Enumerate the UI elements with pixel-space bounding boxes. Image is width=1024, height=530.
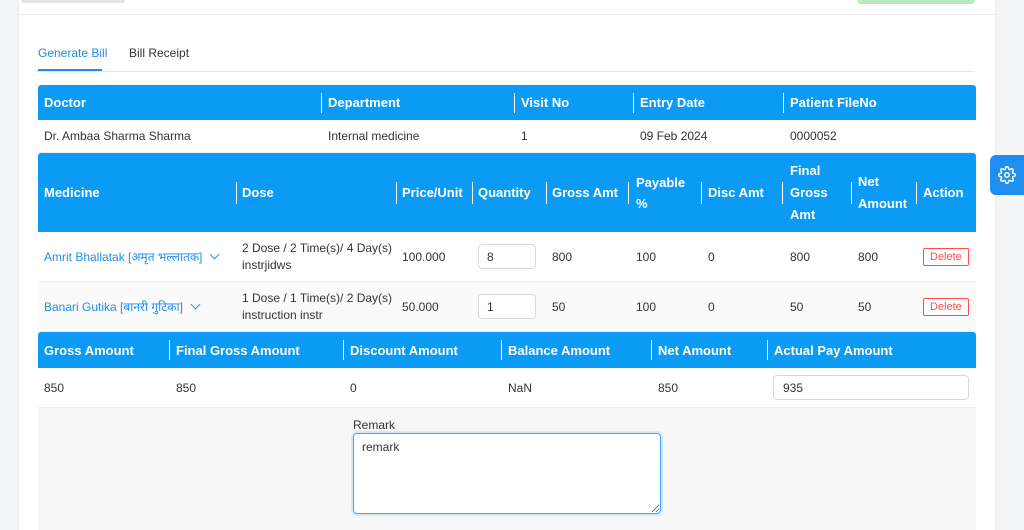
visit-row: Dr. Ambaa Sharma Sharma Internal medicin… bbox=[38, 120, 976, 153]
discount-amount-value: 0 bbox=[350, 380, 357, 395]
medicine-cell: Amrit Bhallatak [अमृत भल्लातक] bbox=[38, 232, 220, 281]
remark-section: Remark remark bbox=[38, 408, 976, 530]
price-value: 50.000 bbox=[402, 299, 439, 314]
header-separator bbox=[628, 182, 629, 204]
medicine-cell: Banari Gutika [बानरी गुटिका] bbox=[38, 282, 201, 331]
quantity-cell bbox=[472, 282, 536, 331]
tab-generate-bill[interactable]: Generate Bill bbox=[38, 46, 107, 60]
header-net-amount: Net Amount bbox=[858, 173, 908, 211]
summary-header: Gross Amount Final Gross Amount Discount… bbox=[38, 332, 976, 368]
header-medicine: Medicine bbox=[44, 185, 100, 200]
dose-text: 1 Dose / 1 Time(s)/ 2 Day(s) bbox=[242, 290, 393, 305]
medicine-select[interactable]: Banari Gutika [बानरी गुटिका] bbox=[44, 298, 201, 315]
visit-header: Doctor Department Visit No Entry Date Pa… bbox=[38, 85, 976, 120]
gross-value: 50 bbox=[552, 299, 566, 314]
header-department: Department bbox=[328, 95, 401, 110]
settings-button[interactable] bbox=[990, 155, 1024, 195]
header-final-gross-amount: Final Gross Amount bbox=[176, 342, 300, 358]
final-gross-value: 800 bbox=[790, 249, 811, 264]
quantity-cell bbox=[472, 232, 536, 281]
top-element-stub bbox=[21, 0, 125, 3]
action-cell: Delete bbox=[917, 282, 969, 331]
disc-value: 0 bbox=[708, 249, 715, 264]
header-gross-amount: Gross Amount bbox=[44, 342, 134, 358]
disc-value: 0 bbox=[708, 299, 715, 314]
gear-icon bbox=[998, 166, 1016, 184]
summary-row: 850 850 0 NaN 850 bbox=[38, 368, 976, 408]
header-gross-amt: Gross Amt bbox=[552, 185, 618, 200]
table-row: Banari Gutika [बानरी गुटिका] 1 Dose / 1 … bbox=[38, 282, 976, 332]
dose-instruction: instrjidws bbox=[242, 257, 292, 272]
medicine-select[interactable]: Amrit Bhallatak [अमृत भल्लातक] bbox=[44, 248, 220, 265]
divider bbox=[19, 14, 995, 15]
medicine-name: Banari Gutika [बानरी गुटिका] bbox=[44, 300, 183, 314]
payable-value: 100 bbox=[636, 299, 657, 314]
delete-button[interactable]: Delete bbox=[923, 297, 969, 316]
price-value: 100.000 bbox=[402, 249, 446, 264]
header-price-unit: Price/Unit bbox=[402, 185, 463, 200]
chevron-down-icon bbox=[190, 299, 201, 310]
dose-text: 2 Dose / 2 Time(s)/ 4 Day(s) bbox=[242, 240, 393, 255]
remark-label: Remark bbox=[353, 418, 396, 432]
header-actual-pay-amount: Actual Pay Amount bbox=[774, 342, 893, 358]
dose-cell: 1 Dose / 1 Time(s)/ 2 Day(s) instruction… bbox=[236, 282, 392, 331]
tab-bar: Generate Bill Bill Receipt bbox=[38, 36, 975, 72]
entry-date-value: 09 Feb 2024 bbox=[640, 129, 708, 143]
quantity-input[interactable] bbox=[478, 244, 536, 269]
doctor-value: Dr. Ambaa Sharma Sharma bbox=[44, 129, 191, 143]
quantity-input[interactable] bbox=[478, 294, 536, 319]
header-quantity: Quantity bbox=[478, 185, 531, 200]
active-tab-indicator bbox=[38, 69, 102, 71]
net-amount-value: 850 bbox=[658, 380, 679, 395]
dose-instruction: instruction instr bbox=[242, 307, 323, 322]
net-value: 800 bbox=[858, 249, 879, 264]
header-net-amount: Net Amount bbox=[658, 342, 732, 358]
payable-value: 100 bbox=[636, 249, 657, 264]
patient-fileno-value: 0000052 bbox=[790, 129, 837, 143]
header-entry-date: Entry Date bbox=[640, 95, 706, 110]
header-final-gross: Final Gross Amt bbox=[790, 162, 828, 222]
department-value: Internal medicine bbox=[328, 129, 420, 143]
delete-button[interactable]: Delete bbox=[923, 247, 969, 266]
medicine-header: Medicine Dose Price/Unit Quantity Gross … bbox=[38, 153, 976, 232]
header-patient-fileno: Patient FileNo bbox=[790, 95, 877, 110]
net-value: 50 bbox=[858, 299, 872, 314]
action-cell: Delete bbox=[917, 232, 969, 281]
header-dose: Dose bbox=[242, 185, 274, 200]
header-balance-amount: Balance Amount bbox=[508, 342, 611, 358]
header-discount-amount: Discount Amount bbox=[350, 342, 458, 358]
header-separator bbox=[782, 182, 783, 204]
remark-textarea[interactable]: remark bbox=[353, 433, 661, 514]
final-gross-amount-value: 850 bbox=[176, 380, 197, 395]
header-doctor: Doctor bbox=[44, 95, 86, 110]
table-row: Amrit Bhallatak [अमृत भल्लातक] 2 Dose / … bbox=[38, 232, 976, 282]
header-visit-no: Visit No bbox=[521, 95, 570, 110]
actual-pay-cell bbox=[767, 368, 969, 407]
gross-amount-value: 850 bbox=[44, 380, 65, 395]
top-green-button-stub[interactable] bbox=[857, 0, 975, 4]
header-disc-amt: Disc Amt bbox=[708, 185, 764, 200]
dose-cell: 2 Dose / 2 Time(s)/ 4 Day(s) instrjidws bbox=[236, 232, 392, 281]
balance-amount-value: NaN bbox=[508, 380, 533, 395]
tab-bill-receipt[interactable]: Bill Receipt bbox=[129, 46, 189, 60]
visit-no-value: 1 bbox=[521, 129, 528, 143]
chevron-down-icon bbox=[209, 249, 220, 260]
header-payable: Payable % bbox=[636, 174, 686, 211]
actual-pay-input[interactable] bbox=[773, 375, 969, 400]
gross-value: 800 bbox=[552, 249, 573, 264]
header-action: Action bbox=[923, 185, 964, 200]
medicine-name: Amrit Bhallatak [अमृत भल्लातक] bbox=[44, 250, 203, 264]
final-gross-value: 50 bbox=[790, 299, 804, 314]
